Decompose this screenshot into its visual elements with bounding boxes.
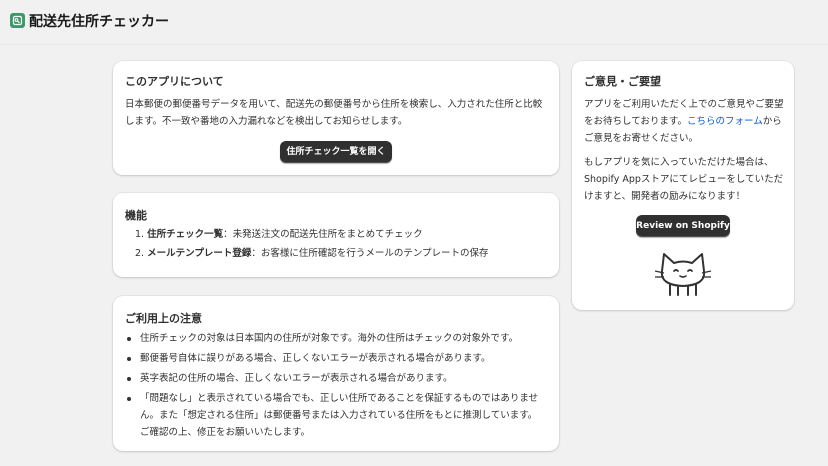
open-address-check-list-button[interactable]: 住所チェック一覧を開く: [280, 141, 392, 163]
notes-title: ご利用上の注意: [125, 312, 202, 325]
feature-number: 1.: [135, 229, 145, 240]
feedback-text: アプリをご利用いただく上でのご意見やご要望をお待ちしております。こちらのフォーム…: [584, 96, 784, 147]
features-card: 機能 1. 住所チェック一覧：未発送注文の配送先住所をまとめてチェック 2. メ…: [113, 193, 559, 277]
features-title: 機能: [125, 209, 147, 222]
feature-description: ：未発送注文の配送先住所をまとめてチェック: [223, 229, 423, 240]
review-request-text: もしアプリを気に入っていただけた場合は、Shopify Appストアにてレビュー…: [584, 157, 784, 202]
feature-name: メールテンプレート登録: [147, 248, 252, 259]
feedback-form-link[interactable]: こちらのフォーム: [687, 116, 763, 127]
about-description: 日本郵便の郵便番号データを用いて、配送先の郵便番号から住所を検索し、入力された住…: [125, 99, 543, 127]
note-item: 「問題なし」と表示されている場合でも、正しい住所であることを保証するものではあり…: [125, 390, 545, 441]
top-bar: 配送先住所チェッカー: [0, 0, 828, 45]
note-item: 郵便番号自体に誤りがある場合、正しくないエラーが表示される場合があります。: [125, 350, 545, 367]
feedback-card: ご意見・ご要望 アプリをご利用いただく上でのご意見やご要望をお待ちしております。…: [572, 61, 794, 310]
app-title: 配送先住所チェッカー: [29, 14, 169, 30]
cat-icon: [654, 249, 712, 297]
about-card: このアプリについて 日本郵便の郵便番号データを用いて、配送先の郵便番号から住所を…: [113, 61, 559, 175]
notes-card: ご利用上の注意 住所チェックの対象は日本国内の住所が対象です。海外の住所はチェッ…: [113, 296, 559, 451]
notes-list: 住所チェックの対象は日本国内の住所が対象です。海外の住所はチェックの対象外です。…: [125, 330, 545, 444]
app-logo-icon: [10, 13, 25, 28]
review-on-shopify-button[interactable]: Review on Shopify: [636, 215, 730, 237]
feature-item: 1. 住所チェック一覧：未発送注文の配送先住所をまとめてチェック: [135, 225, 489, 244]
note-item: 英字表記の住所の場合、正しくないエラーが表示される場合があります。: [125, 370, 545, 387]
feature-number: 2.: [135, 248, 145, 259]
feature-description: ：お客様に住所確認を行うメールのテンプレートの保存: [251, 248, 489, 259]
features-list: 1. 住所チェック一覧：未発送注文の配送先住所をまとめてチェック 2. メールテ…: [135, 225, 489, 263]
about-title: このアプリについて: [125, 75, 224, 88]
note-item: 住所チェックの対象は日本国内の住所が対象です。海外の住所はチェックの対象外です。: [125, 330, 545, 347]
feature-name: 住所チェック一覧: [147, 229, 224, 240]
feature-item: 2. メールテンプレート登録：お客様に住所確認を行うメールのテンプレートの保存: [135, 244, 489, 263]
feedback-title: ご意見・ご要望: [584, 75, 661, 88]
